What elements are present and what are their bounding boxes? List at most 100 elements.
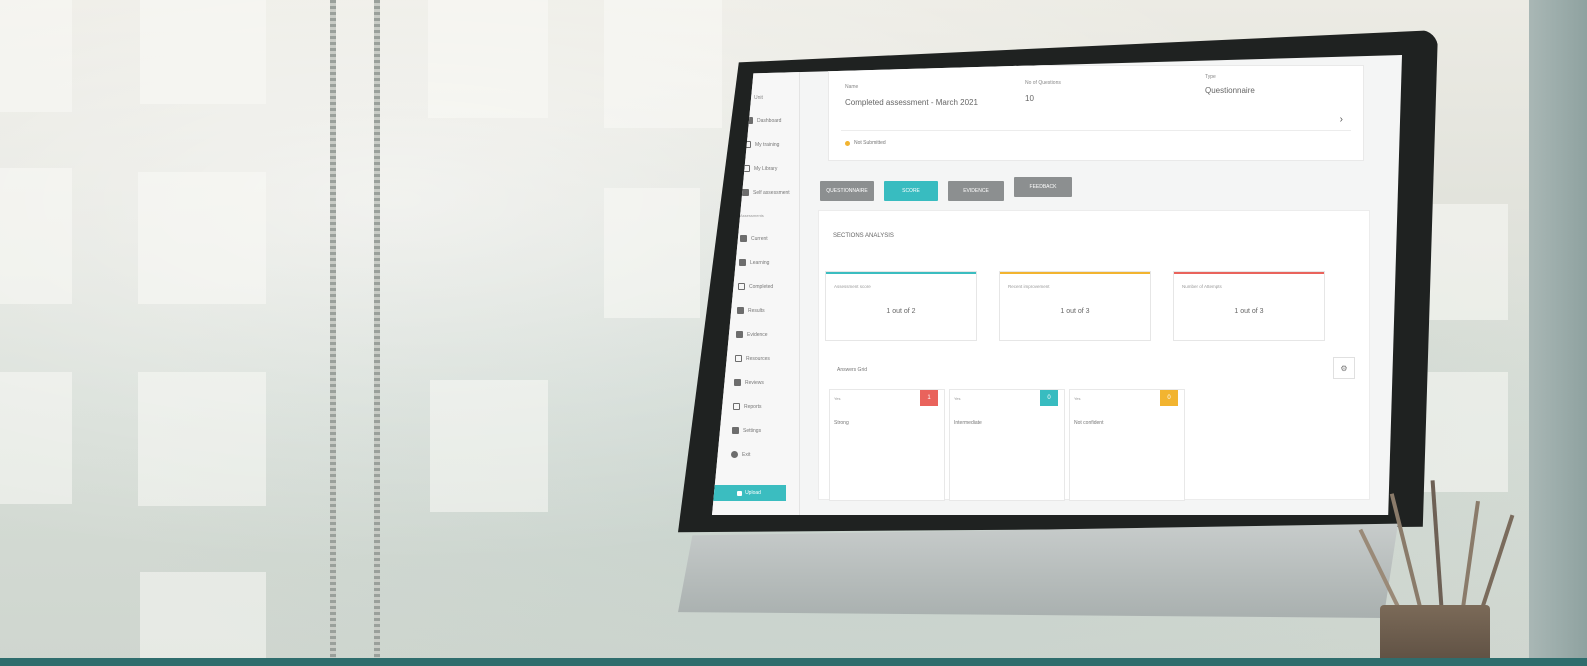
frosted-glass-panel [428, 0, 548, 118]
report-icon [733, 403, 740, 410]
chart-icon [737, 307, 744, 314]
frosted-glass-panel [138, 372, 266, 506]
sidebar-item-label: Results [748, 307, 765, 314]
progress-box-label: Assessment score [834, 284, 871, 289]
answer-column: Yes 1 Strong [829, 389, 945, 501]
frosted-glass-panel [140, 572, 266, 666]
sidebar-item-label: Learning [750, 259, 770, 266]
sidebar-item-dashboard[interactable]: Dashboard [746, 117, 781, 124]
answer-column-head: Yes [954, 396, 961, 401]
window-frame [1529, 0, 1587, 666]
sidebar-item-exit[interactable]: Exit [731, 451, 750, 458]
sidebar-title: Unit [754, 95, 763, 101]
sidebar-item-label: Dashboard [757, 117, 782, 124]
frosted-glass-panel [138, 172, 266, 304]
type-value: Questionnaire [1205, 86, 1255, 95]
main-content: Name Completed assessment - March 2021 N… [800, 55, 1402, 515]
frosted-glass-panel [140, 0, 266, 104]
progress-accent-bar [826, 272, 976, 274]
sidebar-item-label: Exit [742, 451, 751, 458]
recent-improvement-box: Recent improvement 1 out of 3 [999, 271, 1151, 341]
sidebar-section-label: Assessments [740, 213, 764, 218]
pencil [1478, 514, 1515, 616]
answer-count-badge: 0 [1160, 390, 1178, 406]
questionnaire-tab-button[interactable]: QUESTIONNAIRE [820, 181, 874, 201]
status-dot-icon [845, 140, 850, 146]
link-icon [735, 355, 742, 362]
name-value: Completed assessment - March 2021 [845, 98, 978, 107]
settings-button[interactable]: ⚙ [1333, 357, 1355, 379]
frosted-glass-panel [0, 0, 72, 112]
office-background: Unit Dashboard My training My Library Se… [0, 0, 1587, 666]
sidebar-item-settings[interactable]: Settings [732, 427, 761, 434]
frosted-glass-panel [0, 372, 72, 504]
star-icon [734, 379, 741, 386]
upload-button[interactable]: Upload [712, 485, 786, 501]
sidebar-item-label: My Library [754, 165, 778, 172]
progress-accent-bar [1000, 272, 1150, 274]
chevron-right-icon[interactable]: › [1340, 114, 1343, 125]
number-of-attempts-box: Number of Attempts 1 out of 3 [1173, 271, 1325, 341]
status-text: Not Submitted [854, 140, 886, 146]
sections-analysis-title: SECTIONS ANALYSIS [833, 233, 894, 239]
sidebar-item-my-training[interactable]: My training [744, 141, 779, 148]
answer-column-name: Intermediate [954, 420, 982, 426]
answer-column-name: Not confident [1074, 420, 1104, 426]
glass-wall-divider [374, 0, 380, 666]
sidebar-item-label: Reviews [745, 379, 764, 386]
sidebar-item-learning[interactable]: Learning [739, 259, 769, 266]
progress-box-label: Recent improvement [1008, 284, 1050, 289]
assessment-info-card: Name Completed assessment - March 2021 N… [828, 65, 1364, 161]
check-icon [738, 283, 745, 290]
progress-box-value: 1 out of 3 [1060, 308, 1090, 315]
progress-box-value: 1 out of 3 [1234, 308, 1264, 315]
progress-box-value: 1 out of 2 [886, 308, 916, 315]
sections-analysis-card: SECTIONS ANALYSIS Assessment score 1 out… [818, 210, 1370, 501]
bottom-border [0, 658, 1587, 666]
score-tab-button[interactable]: SCORE [884, 181, 938, 201]
sidebar-item-label: Current [751, 235, 768, 242]
folder-icon [736, 331, 743, 338]
sidebar-item-label: Evidence [747, 331, 768, 338]
exit-icon [731, 451, 738, 458]
sidebar-item-reviews[interactable]: Reviews [734, 379, 764, 386]
gear-icon: ⚙ [1340, 363, 1348, 373]
progress-box-label: Number of Attempts [1182, 284, 1222, 289]
progress-accent-bar [1174, 272, 1324, 274]
answers-grid-title: Answers Grid [837, 367, 868, 373]
questions-value: 10 [1025, 94, 1034, 103]
pencil-cup [1380, 605, 1490, 666]
frosted-glass-panel [430, 380, 548, 512]
gear-icon [732, 427, 739, 434]
sidebar-item-results[interactable]: Results [737, 307, 765, 314]
frosted-glass-panel [0, 168, 72, 304]
assessment-score-box: Assessment score 1 out of 2 [825, 271, 977, 341]
answer-count-badge: 0 [1040, 390, 1058, 406]
checklist-icon [742, 189, 749, 196]
questions-label: No of Questions [1025, 80, 1061, 86]
answer-count-badge: 1 [920, 390, 938, 406]
sidebar-item-label: Self assessment [753, 189, 790, 196]
monitor: Unit Dashboard My training My Library Se… [678, 0, 1438, 620]
upload-icon [737, 490, 743, 496]
book-icon [739, 259, 746, 266]
sidebar-item-label: My training [755, 141, 780, 148]
sidebar-item-label: Settings [743, 427, 762, 434]
name-label: Name [845, 84, 859, 90]
sidebar-item-reports[interactable]: Reports [733, 403, 762, 410]
feedback-tab-button[interactable]: FEEDBACK [1014, 177, 1072, 197]
sidebar-item-completed[interactable]: Completed [738, 283, 773, 290]
sidebar-item-resources[interactable]: Resources [735, 355, 770, 362]
sidebar-item-current[interactable]: Current [740, 235, 768, 242]
pencil [1460, 500, 1480, 616]
evidence-tab-button[interactable]: EVIDENCE [948, 181, 1004, 201]
answer-column-name: Strong [834, 420, 849, 426]
answer-column-head: Yes [834, 396, 841, 401]
sidebar-item-label: Completed [749, 283, 774, 290]
sidebar-item-my-library[interactable]: My Library [743, 165, 777, 172]
sidebar-item-evidence[interactable]: Evidence [736, 331, 768, 338]
divider [841, 130, 1351, 131]
sidebar-item-self-assessment[interactable]: Self assessment [742, 189, 790, 196]
type-label: Type [1205, 74, 1216, 80]
answer-column: Yes 0 Not confident [1069, 389, 1185, 501]
